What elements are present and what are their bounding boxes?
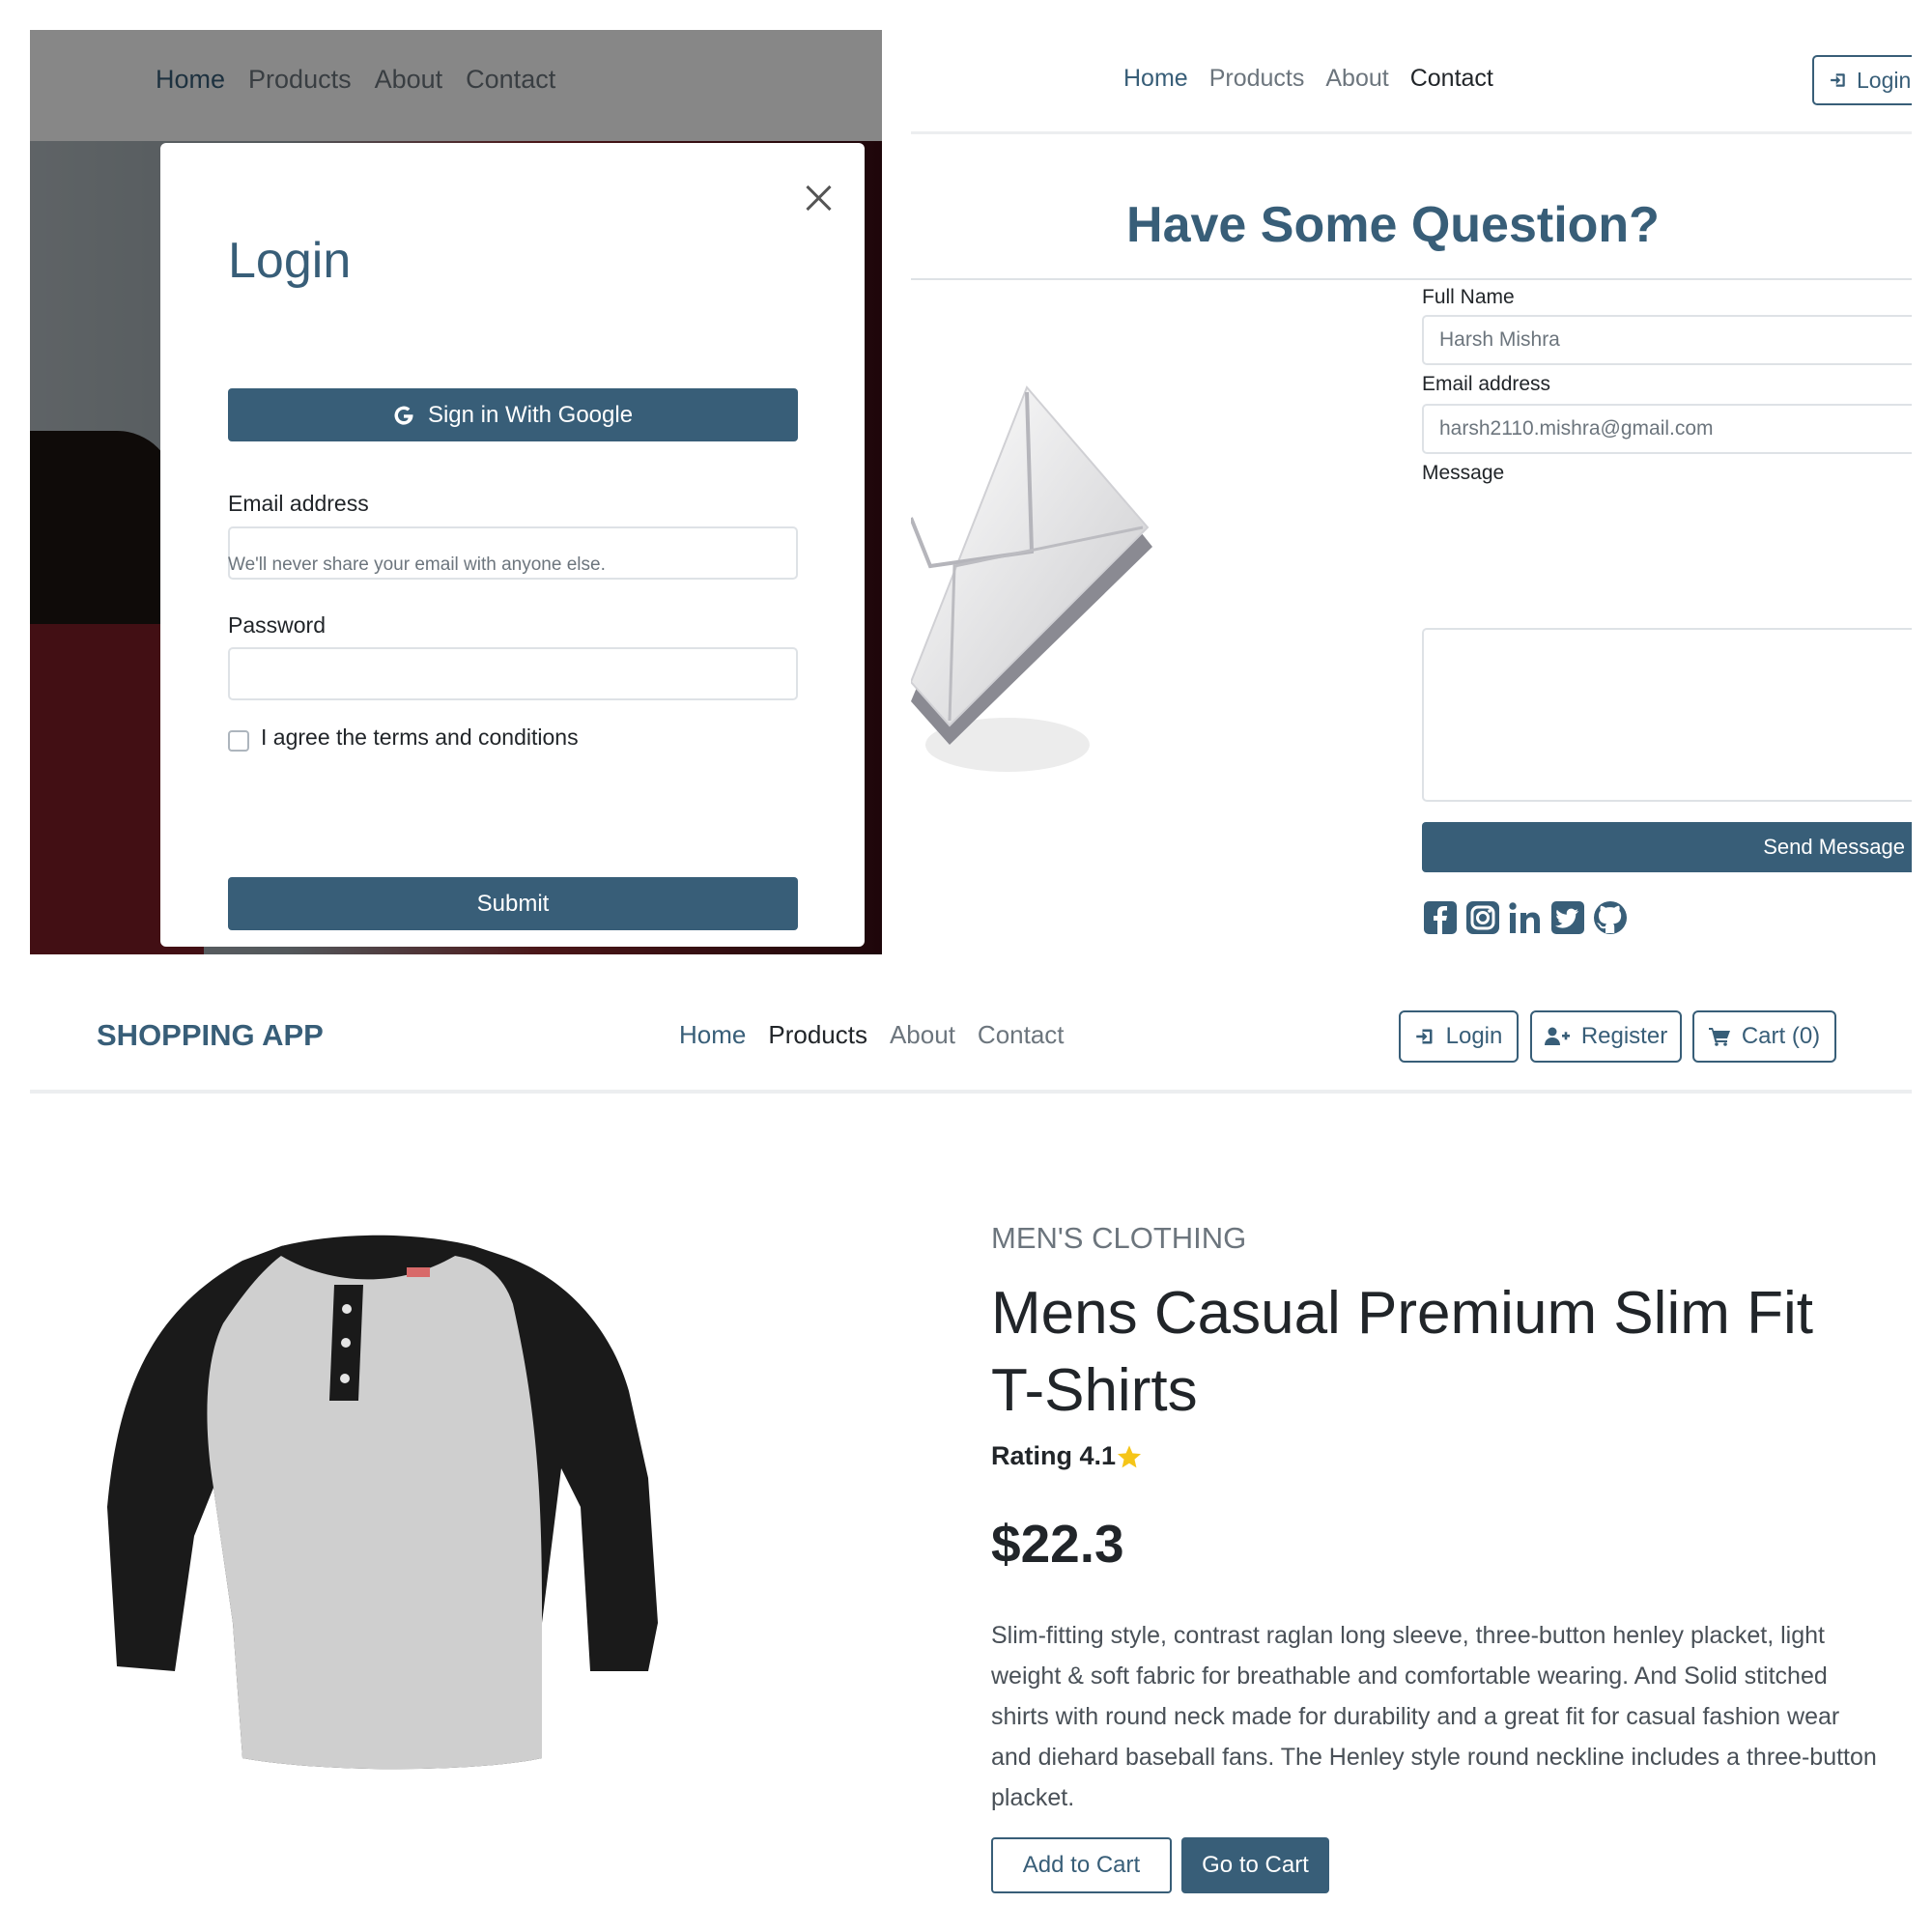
send-message-button[interactable]: Send Message [1422, 822, 1912, 872]
product-image[interactable] [88, 1217, 668, 1797]
password-field[interactable] [228, 647, 798, 700]
product-title: Mens Casual Premium Slim Fit T-Shirts [991, 1280, 1813, 1424]
product-description: Slim-fitting style, contrast raglan long… [991, 1622, 1877, 1811]
nav-home[interactable]: Home [679, 1020, 746, 1050]
linkedin-icon[interactable] [1507, 899, 1544, 936]
login-button[interactable]: Login [1812, 55, 1912, 105]
contact-screenshot: Home Products About Contact Login Have S… [911, 30, 1912, 954]
terms-checkbox[interactable] [228, 730, 249, 752]
fullname-label: Full Name [1422, 286, 1515, 308]
google-button-label: Sign in With Google [427, 401, 634, 428]
message-textarea[interactable] [1422, 628, 1912, 802]
message-label: Message [1422, 462, 1505, 484]
star-icon [1118, 1444, 1142, 1467]
login-screenshot: Home Products About Contact Login Sign i… [30, 30, 882, 954]
close-icon[interactable] [802, 182, 835, 214]
submit-button[interactable]: Submit [228, 877, 798, 930]
password-label: Password [228, 612, 326, 638]
email-input[interactable]: harsh2110.mishra@gmail.com [1422, 404, 1912, 454]
product-category: MEN'S CLOTHING [991, 1221, 1247, 1255]
nav-products[interactable]: Products [768, 1020, 867, 1050]
nav-contact[interactable]: Contact [978, 1020, 1065, 1050]
product-screenshot: SHOPPING APP Home Products About Contact… [30, 976, 1912, 1913]
nav-about[interactable]: About [1325, 65, 1388, 93]
login-button-label: Login [1857, 67, 1912, 93]
nav-contact[interactable]: Contact [1410, 65, 1493, 93]
user-plus-icon [1544, 1027, 1570, 1045]
page-heading: Have Some Question? [1126, 197, 1660, 253]
instagram-icon[interactable] [1464, 899, 1501, 936]
cart-button[interactable]: Cart (0) [1692, 1010, 1836, 1063]
email-label: Email address [1422, 373, 1551, 395]
product-price: $22.3 [991, 1514, 1124, 1574]
twitter-icon[interactable] [1549, 899, 1586, 936]
github-icon[interactable] [1592, 899, 1629, 936]
email-label: Email address [228, 491, 369, 516]
login-modal: Login Sign in With Google Email address … [160, 143, 865, 947]
nav-links: Home Products About Contact [1123, 65, 1493, 93]
cart-button-label: Cart (0) [1741, 1023, 1821, 1049]
nav-home[interactable]: Home [1123, 65, 1188, 93]
google-icon [394, 406, 413, 425]
cart-icon [1708, 1028, 1730, 1046]
sign-in-icon [1415, 1029, 1433, 1044]
navbar: SHOPPING APP Home Products About Contact… [30, 976, 1912, 1094]
register-button-label: Register [1580, 1023, 1668, 1049]
modal-title: Login [228, 233, 352, 289]
email-help-text: We'll never share your email with anyone… [228, 554, 606, 575]
product-rating: Rating 4.1 [991, 1441, 1143, 1471]
terms-label[interactable]: I agree the terms and conditions [261, 724, 579, 751]
social-links [1422, 899, 1629, 936]
fullname-input[interactable]: Harsh Mishra [1422, 315, 1912, 365]
nav-about[interactable]: About [890, 1020, 955, 1050]
sign-in-icon [1831, 73, 1845, 87]
facebook-icon[interactable] [1422, 899, 1459, 936]
login-button[interactable]: Login [1399, 1010, 1519, 1063]
rating-text: Rating 4.1 [991, 1441, 1117, 1470]
nav-links: Home Products About Contact [679, 1020, 1065, 1050]
nav-products[interactable]: Products [1209, 65, 1305, 93]
google-signin-button[interactable]: Sign in With Google [228, 388, 798, 441]
brand-logo[interactable]: SHOPPING APP [97, 1018, 324, 1053]
envelope-icon [911, 385, 1152, 772]
login-button-label: Login [1445, 1023, 1503, 1049]
go-to-cart-button[interactable]: Go to Cart [1181, 1837, 1329, 1893]
divider [911, 278, 1912, 280]
navbar: Home Products About Contact Login [911, 30, 1912, 134]
add-to-cart-button[interactable]: Add to Cart [991, 1837, 1172, 1893]
register-button[interactable]: Register [1530, 1010, 1682, 1063]
